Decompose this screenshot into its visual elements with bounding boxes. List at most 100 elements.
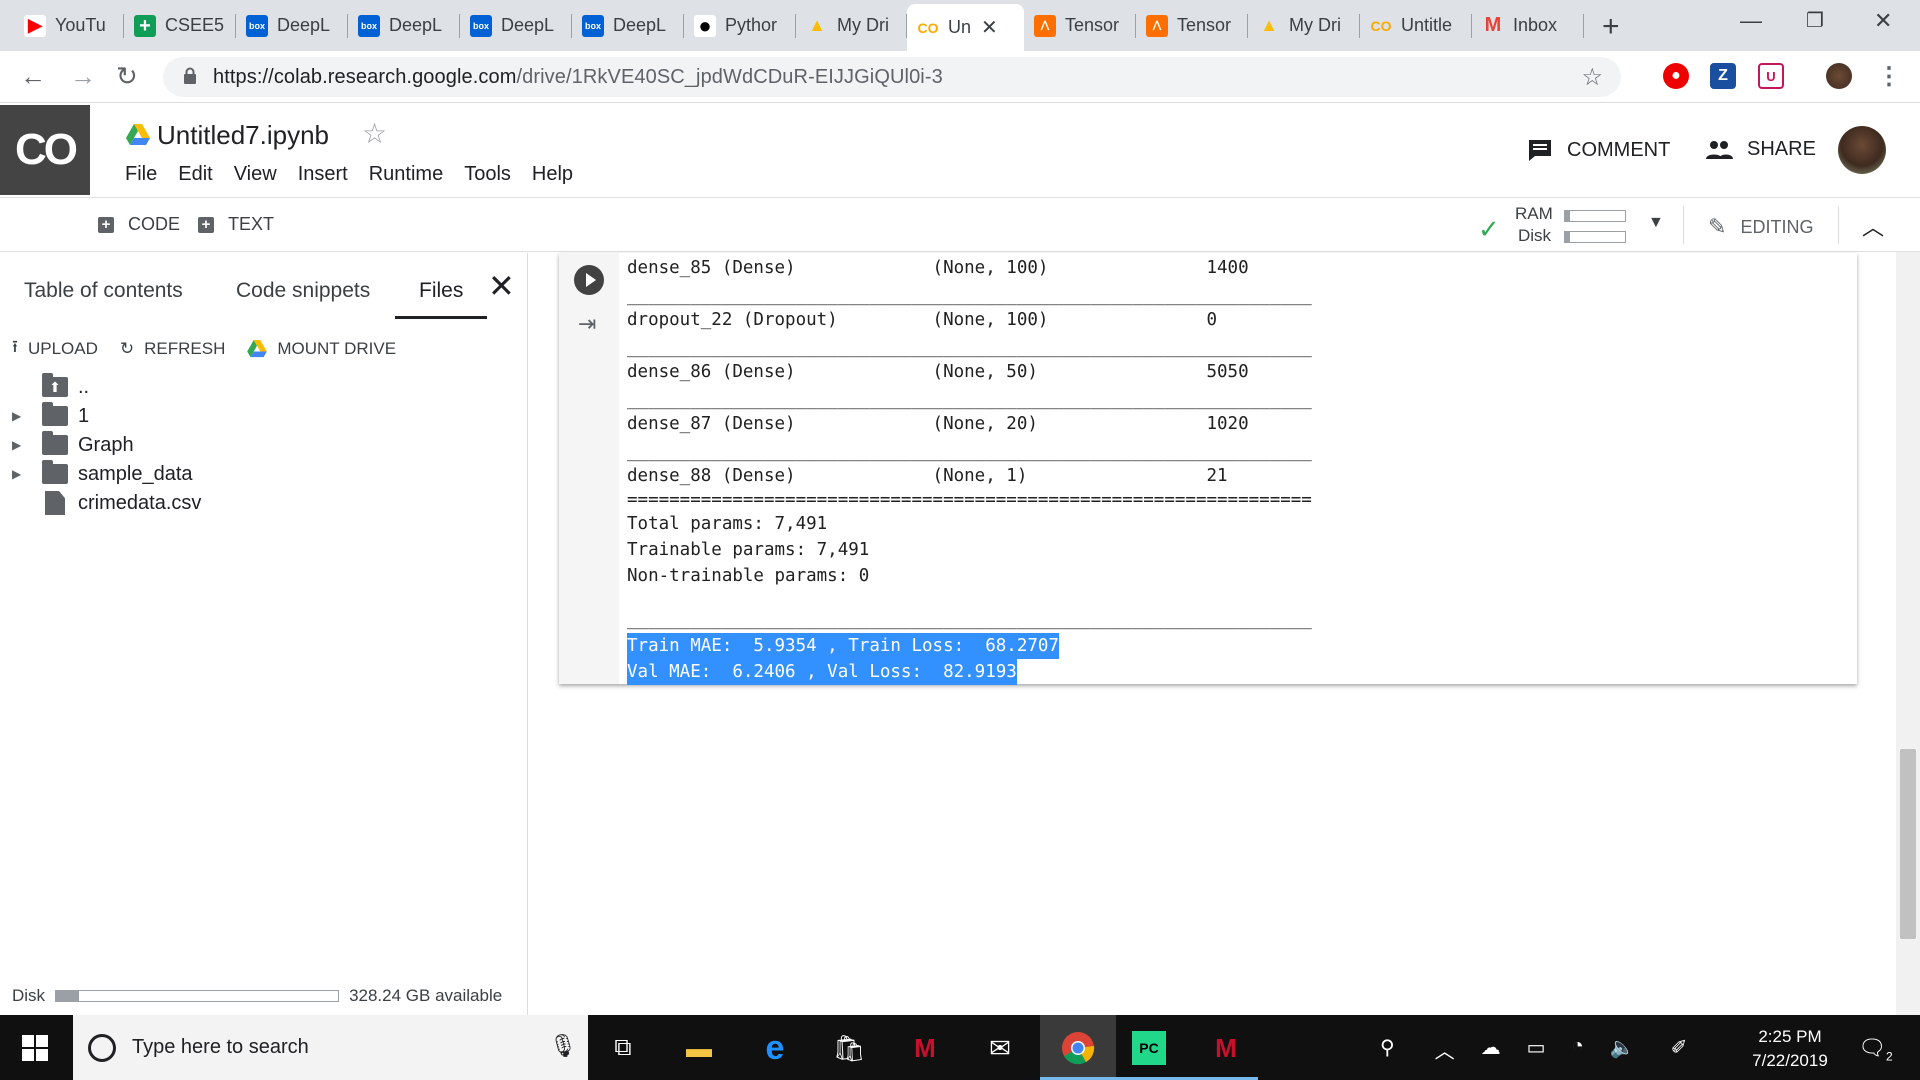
- taskbar-search[interactable]: Type here to search 🎙: [73, 1015, 588, 1080]
- browser-tab[interactable]: ⋀ Tensor: [1024, 6, 1136, 45]
- expand-arrow-icon[interactable]: ▶: [12, 467, 32, 481]
- menu-tools[interactable]: Tools: [464, 163, 511, 186]
- bookmark-star-icon[interactable]: ☆: [1581, 63, 1603, 92]
- refresh-button[interactable]: ↻ REFRESH: [120, 339, 225, 359]
- close-tab-icon[interactable]: ✕: [981, 15, 998, 40]
- volume-icon[interactable]: 🔈: [1610, 1035, 1635, 1064]
- upload-button[interactable]: ⭱ UPLOAD: [12, 334, 98, 363]
- chrome-menu-icon[interactable]: ⋮: [1876, 63, 1902, 90]
- action-center-icon[interactable]: 🗨2: [1858, 1035, 1893, 1063]
- pycharm-icon[interactable]: PC: [1132, 1031, 1166, 1065]
- browser-tab[interactable]: ⋀ Tensor: [1136, 6, 1248, 45]
- address-bar[interactable]: https://colab.research.google.com/drive/…: [163, 57, 1621, 97]
- resource-dropdown-icon[interactable]: ▼: [1648, 214, 1664, 232]
- menu-runtime[interactable]: Runtime: [369, 163, 443, 186]
- close-panel-icon[interactable]: ✕: [488, 267, 515, 305]
- browser-tab[interactable]: M Inbox: [1472, 6, 1584, 45]
- clock-date: 7/22/2019: [1752, 1051, 1828, 1070]
- chrome-icon: [1062, 1032, 1095, 1065]
- collapse-header-icon[interactable]: ︿: [1862, 210, 1884, 242]
- system-clock[interactable]: 2:25 PM 7/22/2019: [1740, 1025, 1840, 1073]
- tab-files[interactable]: Files: [419, 279, 463, 303]
- new-tab-button[interactable]: +: [1602, 10, 1620, 44]
- file-row-crimedata[interactable]: crimedata.csv: [12, 488, 201, 518]
- adblock-extension-icon[interactable]: ●: [1663, 63, 1689, 89]
- battery-icon[interactable]: ▭: [1527, 1035, 1546, 1064]
- mount-drive-button[interactable]: MOUNT DRIVE: [247, 339, 396, 359]
- browser-tab[interactable]: box DeepL: [460, 6, 572, 45]
- zotero-extension-icon[interactable]: Z: [1710, 63, 1736, 89]
- reload-button[interactable]: ↻: [116, 61, 138, 92]
- editing-mode-button[interactable]: ✎ EDITING: [1708, 214, 1813, 240]
- pencil-icon: ✎: [1708, 214, 1727, 239]
- file-row-parent[interactable]: ⬆ ..: [12, 372, 89, 402]
- run-cell-button[interactable]: [574, 265, 604, 295]
- notebook-title[interactable]: Untitled7.ipynb: [157, 120, 329, 151]
- folder-up-icon: ⬆: [42, 373, 68, 397]
- browser-tab[interactable]: + CSEE5: [124, 6, 236, 45]
- code-cell[interactable]: ⇥ dense_85 (Dense) (None, 100) 1400 _____…: [559, 253, 1857, 685]
- add-text-cell-button[interactable]: + TEXT: [198, 214, 274, 235]
- share-button[interactable]: SHARE: [1705, 138, 1816, 161]
- tab-code-snippets[interactable]: Code snippets: [236, 279, 370, 303]
- file-row-folder-sample-data[interactable]: ▶ sample_data: [12, 459, 193, 489]
- browser-tab[interactable]: box DeepL: [572, 6, 684, 45]
- browser-tab[interactable]: box DeepL: [348, 6, 460, 45]
- wifi-icon[interactable]: ◔: [1572, 1035, 1584, 1064]
- windows-start-icon[interactable]: [22, 1035, 48, 1061]
- chrome-taskbar-icon[interactable]: [1058, 1028, 1098, 1068]
- mail-icon[interactable]: ✉: [980, 1028, 1020, 1068]
- browser-tab[interactable]: ▲ My Dri: [1248, 6, 1360, 45]
- expand-arrow-icon[interactable]: ▶: [12, 438, 32, 452]
- comment-button[interactable]: COMMENT: [1527, 138, 1670, 162]
- file-explorer-icon[interactable]: ▬: [679, 1028, 719, 1068]
- output-line: dense_85 (Dense) (None, 100) 1400: [627, 258, 1249, 278]
- output-line: ________________________________________…: [627, 442, 1312, 462]
- browser-tab[interactable]: ▶ YouTu: [14, 6, 124, 45]
- star-notebook-icon[interactable]: ☆: [362, 117, 387, 150]
- task-view-icon[interactable]: ⧉: [603, 1028, 643, 1068]
- tensorboard-icon: ⋀: [1034, 14, 1056, 37]
- scrollbar-thumb[interactable]: [1900, 749, 1916, 939]
- store-icon[interactable]: 🛍: [829, 1028, 869, 1068]
- user-avatar[interactable]: [1838, 126, 1886, 174]
- colab-logo[interactable]: CO: [0, 105, 90, 195]
- menu-view[interactable]: View: [234, 163, 277, 186]
- show-hidden-icons-icon[interactable]: ︿: [1435, 1035, 1455, 1064]
- expand-arrow-icon[interactable]: ▶: [12, 409, 32, 423]
- menu-file[interactable]: File: [125, 163, 157, 186]
- add-code-cell-button[interactable]: + CODE: [98, 214, 180, 235]
- edge-icon[interactable]: e: [755, 1028, 795, 1068]
- output-line: Non-trainable params: 0: [627, 566, 870, 586]
- browser-tab[interactable]: CO Untitle: [1360, 6, 1472, 45]
- mcafee-icon[interactable]: M: [1206, 1028, 1246, 1068]
- minimize-button[interactable]: —: [1740, 8, 1762, 34]
- file-row-folder-1[interactable]: ▶ 1: [12, 401, 89, 431]
- profile-avatar-icon[interactable]: [1826, 63, 1852, 89]
- menu-insert[interactable]: Insert: [298, 163, 348, 186]
- notebook-scrollbar[interactable]: [1896, 252, 1920, 1015]
- tab-title: Un: [948, 17, 972, 37]
- output-menu-icon[interactable]: ⇥: [578, 311, 596, 337]
- pen-icon[interactable]: ✐: [1671, 1035, 1688, 1064]
- browser-tab[interactable]: CO Un ✕: [907, 4, 1024, 51]
- microphone-icon[interactable]: 🎙: [549, 1033, 577, 1059]
- tab-table-of-contents[interactable]: Table of contents: [24, 279, 183, 303]
- back-button[interactable]: ←: [20, 61, 46, 92]
- menu-help[interactable]: Help: [532, 163, 573, 186]
- browser-tab[interactable]: box DeepL: [236, 6, 348, 45]
- people-icon[interactable]: ⚲: [1380, 1035, 1395, 1064]
- browser-tab[interactable]: ● Pythor: [684, 6, 796, 45]
- mcafee-icon[interactable]: M: [905, 1028, 945, 1068]
- browser-tab[interactable]: ▲ My Dri: [796, 6, 907, 45]
- file-row-folder-graph[interactable]: ▶ Graph: [12, 430, 134, 460]
- forward-button[interactable]: →: [70, 61, 96, 92]
- mcafee-extension-icon[interactable]: U: [1758, 63, 1784, 89]
- restore-button[interactable]: ❐: [1806, 8, 1824, 33]
- close-window-button[interactable]: ✕: [1874, 8, 1892, 34]
- onedrive-icon[interactable]: ☁: [1481, 1035, 1501, 1064]
- box-icon: box: [246, 14, 268, 37]
- folder-icon: [42, 402, 68, 426]
- file-actions: ⭱ UPLOAD ↻ REFRESH MOUNT DRIVE: [12, 334, 418, 363]
- menu-edit[interactable]: Edit: [178, 163, 212, 186]
